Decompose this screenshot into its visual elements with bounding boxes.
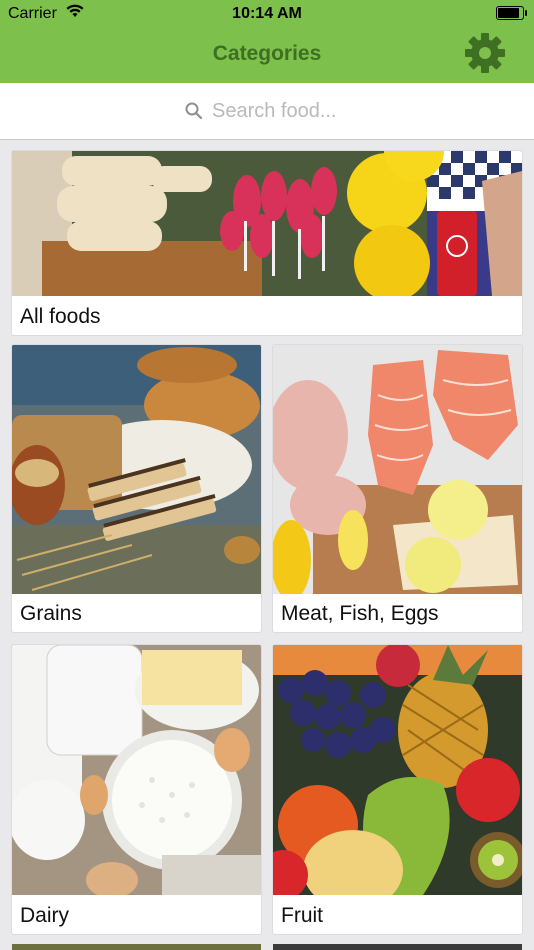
dairy-image [12,645,261,895]
meat-fish-eggs-image [273,345,522,594]
search-icon [184,101,204,121]
all-foods-image [12,151,522,296]
category-card-all-foods[interactable]: All foods [12,151,522,335]
category-card-fruit[interactable]: Fruit [273,645,522,934]
category-card-meat-fish-eggs[interactable]: Meat, Fish, Eggs [273,345,522,632]
battery-icon [496,6,527,20]
category-card-grains[interactable]: Grains [12,345,261,632]
search-bar [0,83,534,140]
category-label: All foods [20,305,101,328]
category-card-dairy[interactable]: Dairy [12,645,261,934]
navigation-bar: Carrier 10:14 AM Categories [0,0,534,83]
category-label: Grains [20,602,82,625]
status-bar: Carrier 10:14 AM [0,0,534,28]
gear-icon[interactable] [464,32,506,74]
category-card-peek [12,944,261,950]
page-title: Categories [212,42,322,65]
category-card-peek [273,944,522,950]
category-label: Dairy [20,904,70,927]
status-time: 10:14 AM [232,5,302,22]
grains-image [12,345,261,594]
search-input[interactable] [210,95,434,127]
category-label: Meat, Fish, Eggs [281,602,439,625]
category-label: Fruit [281,904,323,927]
fruit-image [273,645,522,895]
